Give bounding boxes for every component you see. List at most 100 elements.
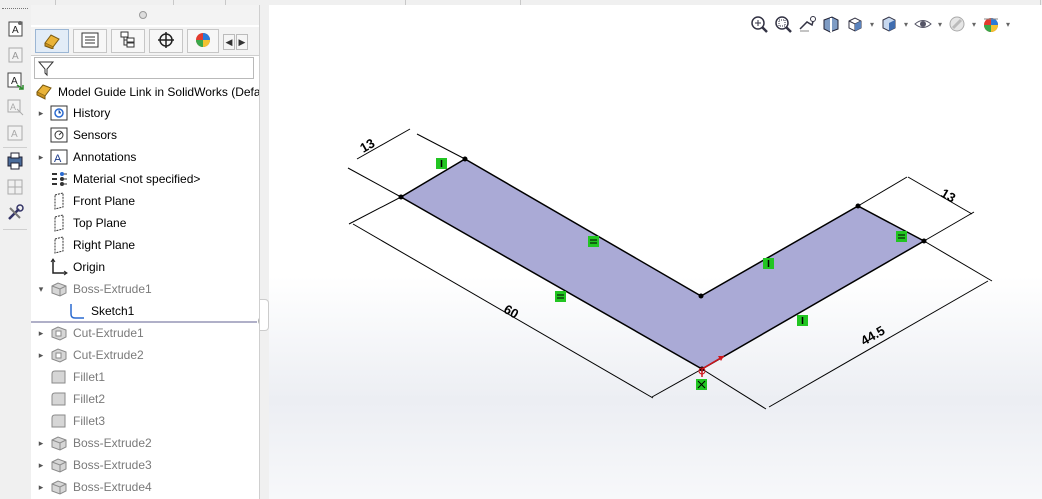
tree-item-label: Origin <box>73 260 106 274</box>
feature-manager-tab[interactable] <box>35 29 69 53</box>
plane-icon <box>49 192 69 210</box>
display-manager-icon <box>192 31 214 52</box>
tree-item-label: Annotations <box>73 150 137 164</box>
tree-item[interactable]: Origin <box>35 256 105 278</box>
display-manager-tab[interactable] <box>187 29 219 53</box>
ext-line-bottom-short <box>701 368 767 410</box>
svg-text:A: A <box>11 129 18 140</box>
sketch-profile-region[interactable] <box>399 158 926 370</box>
relation-parallel-icon <box>588 236 599 247</box>
print-icon[interactable] <box>3 151 27 171</box>
cut-extrude-icon <box>49 346 69 364</box>
tree-item-label: Boss-Extrude4 <box>73 480 152 494</box>
expand-arrow-icon[interactable]: ▸ <box>35 482 47 493</box>
fillet-icon <box>49 412 69 430</box>
tree-item-label: Cut-Extrude1 <box>73 326 144 340</box>
tree-item[interactable]: Fillet1 <box>35 366 105 388</box>
filter-icon <box>37 59 55 80</box>
tree-item[interactable]: Sketch1 <box>53 300 134 322</box>
tab-scroll-left-button[interactable]: ◀ <box>223 34 235 50</box>
origin-icon <box>49 258 69 276</box>
extrude-icon <box>49 434 69 452</box>
tree-item[interactable]: Top Plane <box>35 212 126 234</box>
expand-arrow-icon[interactable]: ▸ <box>35 152 47 163</box>
tree-item-label: Sketch1 <box>91 304 135 318</box>
tree-item-label: Right Plane <box>73 238 136 252</box>
svg-text:A: A <box>10 102 16 112</box>
feature-manager-panel: ◀ ▶ Model Guide Link in SolidWorks (Defa… <box>31 5 268 499</box>
tree-item[interactable]: ▸ Boss-Extrude3 <box>35 454 152 476</box>
tree-filter-box[interactable] <box>34 57 254 79</box>
fillet-icon <box>49 390 69 408</box>
ext-line-right-short <box>923 240 993 282</box>
tree-item[interactable]: Material <not specified> <box>35 168 200 190</box>
tree-item-label: Boss-Extrude1 <box>73 282 152 296</box>
svg-text:A: A <box>12 51 19 62</box>
chevron-right-icon: ▶ <box>238 37 246 47</box>
plane-icon <box>49 214 69 232</box>
tree-item[interactable]: ▸ History <box>35 102 110 124</box>
panel-drag-handle[interactable] <box>139 11 147 19</box>
collapse-arrow-icon[interactable]: ▾ <box>35 284 47 295</box>
tree-item[interactable]: Fillet3 <box>35 410 105 432</box>
grid-icon[interactable] <box>3 177 27 197</box>
tree-item[interactable]: Fillet2 <box>35 388 105 410</box>
datum-icon[interactable]: A <box>3 97 27 117</box>
tree-root-label: Model Guide Link in SolidWorks (Defa <box>58 85 259 99</box>
splitter-nub[interactable] <box>260 299 269 331</box>
svg-text:A: A <box>54 153 62 165</box>
property-manager-tab[interactable] <box>73 29 107 53</box>
part-icon <box>34 82 54 102</box>
tree-item[interactable]: Front Plane <box>35 190 135 212</box>
tree-item[interactable]: ▸ Cut-Extrude1 <box>35 322 144 344</box>
expand-arrow-icon[interactable]: ▸ <box>35 460 47 471</box>
svg-text:A: A <box>12 25 19 36</box>
tree-item[interactable]: ▸ Boss-Extrude4 <box>35 476 152 498</box>
balloon-icon[interactable]: A <box>3 45 27 65</box>
tree-item[interactable]: ▸ Boss-Extrude2 <box>35 432 152 454</box>
tree-item-label: Boss-Extrude2 <box>73 436 152 450</box>
configuration-manager-tab[interactable] <box>111 29 145 53</box>
tree-root-part[interactable]: Model Guide Link in SolidWorks (Defa <box>34 82 259 102</box>
property-manager-icon <box>79 31 101 52</box>
tree-item[interactable]: ▸ A Annotations <box>35 146 136 168</box>
note-icon[interactable]: A <box>3 19 27 39</box>
expand-arrow-icon[interactable]: ▸ <box>35 108 47 119</box>
relation-parallel-icon <box>896 231 907 242</box>
dimxpert-manager-tab[interactable] <box>149 29 183 53</box>
tree-item-label: Sensors <box>73 128 118 142</box>
tab-scroll-right-button[interactable]: ▶ <box>236 34 248 50</box>
relation-coincident-icon <box>696 379 707 390</box>
material-icon <box>49 170 69 188</box>
relation-parallel-icon <box>555 291 566 302</box>
tree-item-label: Front Plane <box>73 194 136 208</box>
datum-target-icon[interactable]: A <box>3 123 27 143</box>
cut-extrude-icon <box>49 324 69 342</box>
filter-input[interactable] <box>57 60 247 75</box>
vertical-command-bar: A A A A A <box>0 5 32 499</box>
extrude-icon <box>49 280 69 298</box>
tree-item[interactable]: ▸ Cut-Extrude2 <box>35 344 144 366</box>
tree-item[interactable]: ▾ Boss-Extrude1 <box>35 278 152 300</box>
extrude-icon <box>49 456 69 474</box>
relation-vertical-icon <box>763 258 774 269</box>
feature-tree-icon <box>41 31 63 52</box>
tools-icon[interactable] <box>3 203 27 223</box>
grip-dots <box>2 8 28 11</box>
ext-line-left-top <box>416 133 466 160</box>
tree-item-label: Fillet3 <box>73 414 106 428</box>
graphics-area[interactable]: ▾ ▾ ▾ ▾ ▾ 13 60 44.5 13 <box>269 5 1042 499</box>
sensors-icon <box>49 126 69 144</box>
expand-arrow-icon[interactable]: ▸ <box>35 350 47 361</box>
tree-item[interactable]: Right Plane <box>35 234 135 256</box>
tree-item[interactable]: Sensors <box>35 124 117 146</box>
panel-header <box>31 5 259 25</box>
tree-item-label: Material <not specified> <box>73 172 201 186</box>
expand-arrow-icon[interactable]: ▸ <box>35 328 47 339</box>
expand-arrow-icon[interactable]: ▸ <box>35 438 47 449</box>
extrude-icon <box>49 478 69 496</box>
rollback-bar[interactable] <box>31 321 257 323</box>
relation-vertical-icon <box>797 315 808 326</box>
plane-icon <box>49 236 69 254</box>
linked-note-icon[interactable]: A <box>3 71 27 91</box>
